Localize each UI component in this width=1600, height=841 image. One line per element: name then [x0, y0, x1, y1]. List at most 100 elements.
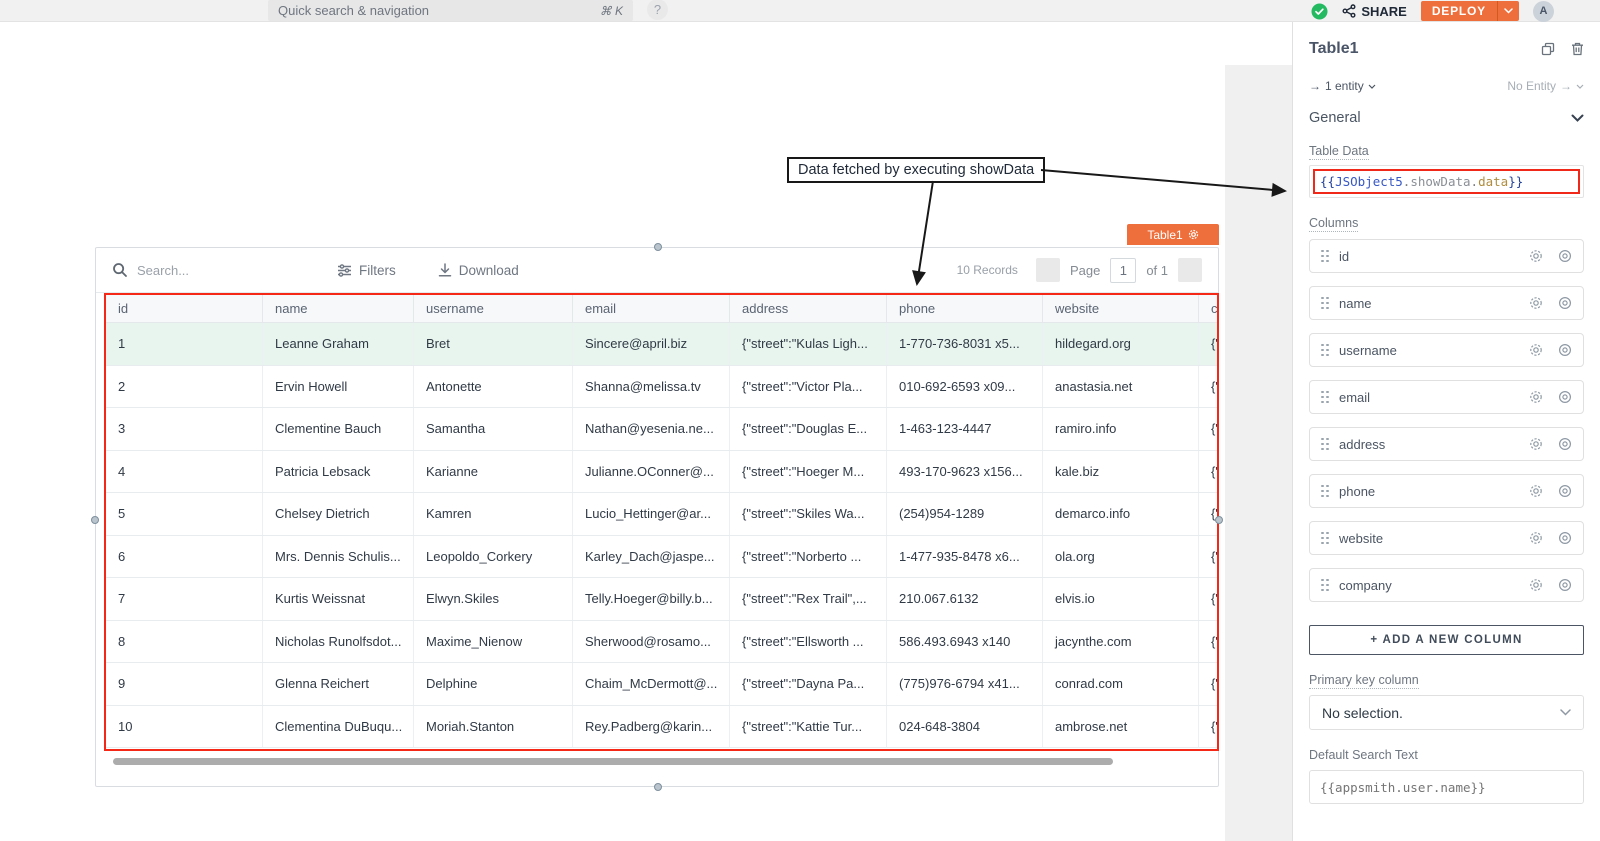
gear-icon[interactable]: [1529, 578, 1543, 592]
table-row[interactable]: 5Chelsey DietrichKamrenLucio_Hettinger@a…: [106, 493, 1219, 536]
avatar[interactable]: A: [1533, 1, 1554, 22]
table-cell: Nathan@yesenia.ne...: [573, 408, 730, 450]
gear-icon[interactable]: [1529, 437, 1543, 451]
widget-badge-label: Table1: [1147, 228, 1182, 242]
drag-handle-icon[interactable]: [1321, 532, 1329, 545]
resize-handle-top[interactable]: [654, 243, 662, 251]
column-card-name: name: [1309, 286, 1584, 320]
prev-page-button[interactable]: [1036, 258, 1060, 282]
table-cell: Sherwood@rosamo...: [573, 621, 730, 663]
table-widget[interactable]: Search... Filters Download 10 Records: [95, 247, 1219, 787]
page-number-input[interactable]: [1110, 258, 1136, 283]
resize-handle-right[interactable]: [1215, 516, 1223, 524]
chevron-down-icon: [1368, 84, 1376, 89]
table-row[interactable]: 6Mrs. Dennis Schulis...Leopoldo_CorkeryK…: [106, 536, 1219, 579]
table-cell: demarco.info: [1043, 493, 1199, 535]
canvas-gutter: [1225, 22, 1292, 841]
table-cell: Shanna@melissa.tv: [573, 366, 730, 408]
column-header[interactable]: company: [1199, 295, 1219, 322]
default-search-input[interactable]: [1309, 770, 1584, 804]
eye-icon[interactable]: [1558, 484, 1572, 498]
widget-badge[interactable]: Table1: [1127, 224, 1219, 245]
gear-icon[interactable]: [1529, 390, 1543, 404]
table-cell: Moriah.Stanton: [414, 706, 573, 748]
table-cell: Maxime_Nienow: [414, 621, 573, 663]
eye-icon[interactable]: [1558, 390, 1572, 404]
help-button[interactable]: ?: [647, 0, 668, 20]
share-button[interactable]: SHARE: [1342, 4, 1407, 19]
table-row[interactable]: 2Ervin HowellAntonetteShanna@melissa.tv{…: [106, 366, 1219, 409]
filters-label: Filters: [359, 263, 396, 278]
table-cell: {": [1199, 323, 1219, 365]
column-header[interactable]: website: [1043, 295, 1199, 322]
drag-handle-icon[interactable]: [1321, 579, 1329, 592]
copy-widget-icon[interactable]: [1541, 42, 1555, 56]
next-page-button[interactable]: [1178, 258, 1202, 282]
eye-icon[interactable]: [1558, 578, 1572, 592]
column-header[interactable]: phone: [887, 295, 1043, 322]
resize-handle-left[interactable]: [91, 516, 99, 524]
drag-handle-icon[interactable]: [1321, 485, 1329, 498]
column-header[interactable]: username: [414, 295, 573, 322]
table-cell: {"street":"Hoeger M...: [730, 451, 887, 493]
arrow-right-icon: →: [1309, 79, 1321, 93]
gear-icon[interactable]: [1529, 296, 1543, 310]
primary-key-dropdown[interactable]: No selection.: [1309, 695, 1584, 730]
eye-icon[interactable]: [1558, 437, 1572, 451]
resize-handle-bottom[interactable]: [654, 783, 662, 791]
deploy-label: DEPLOY: [1421, 1, 1497, 21]
horizontal-scrollbar[interactable]: [113, 758, 1113, 765]
table-cell: {": [1199, 578, 1219, 620]
column-card-label: phone: [1339, 484, 1375, 499]
column-header[interactable]: email: [573, 295, 730, 322]
gear-icon[interactable]: [1529, 484, 1543, 498]
quick-search-input[interactable]: Quick search & navigation ⌘ K: [268, 0, 633, 21]
pane-widget-title[interactable]: Table1: [1309, 40, 1359, 58]
table-row[interactable]: 4Patricia LebsackKarianneJulianne.OConne…: [106, 451, 1219, 494]
section-general[interactable]: General: [1309, 110, 1584, 126]
table-cell: 586.493.6943 x140: [887, 621, 1043, 663]
table-cell: 1-770-736-8031 x5...: [887, 323, 1043, 365]
download-button[interactable]: Download: [438, 263, 519, 278]
table-cell: 010-692-6593 x09...: [887, 366, 1043, 408]
table-search-input[interactable]: Search...: [112, 262, 337, 278]
column-card-company: company: [1309, 568, 1584, 602]
column-header[interactable]: address: [730, 295, 887, 322]
canvas: Data fetched by executing showData Table…: [0, 22, 1225, 841]
table-row[interactable]: 1Leanne GrahamBretSincere@april.biz{"str…: [106, 323, 1219, 366]
drag-handle-icon[interactable]: [1321, 297, 1329, 310]
gear-icon[interactable]: [1529, 531, 1543, 545]
filters-button[interactable]: Filters: [337, 263, 396, 278]
incoming-entities-dropdown[interactable]: → 1 entity: [1309, 79, 1376, 93]
table-row[interactable]: 8Nicholas Runolfsdot...Maxime_NienowSher…: [106, 621, 1219, 664]
table-cell: {"street":"Ellsworth ...: [730, 621, 887, 663]
outgoing-entities-dropdown[interactable]: No Entity →: [1507, 79, 1584, 93]
table-cell: Clementine Bauch: [263, 408, 414, 450]
gear-icon[interactable]: [1529, 343, 1543, 357]
column-header[interactable]: id: [106, 295, 263, 322]
eye-icon[interactable]: [1558, 343, 1572, 357]
table-row[interactable]: 3Clementine BauchSamanthaNathan@yesenia.…: [106, 408, 1219, 451]
eye-icon[interactable]: [1558, 296, 1572, 310]
gear-icon[interactable]: [1529, 249, 1543, 263]
drag-handle-icon[interactable]: [1321, 344, 1329, 357]
table-row[interactable]: 10Clementina DuBuqu...Moriah.StantonRey.…: [106, 706, 1219, 749]
delete-widget-icon[interactable]: [1571, 42, 1584, 56]
add-new-column-button[interactable]: + ADD A NEW COLUMN: [1309, 625, 1584, 655]
table-cell: 2: [106, 366, 263, 408]
eye-icon[interactable]: [1558, 249, 1572, 263]
table-data-input[interactable]: {{JSObject5.showData.data}}: [1309, 165, 1584, 198]
table-cell: Antonette: [414, 366, 573, 408]
gear-icon[interactable]: [1188, 229, 1199, 240]
table-cell: Julianne.OConner@...: [573, 451, 730, 493]
column-header[interactable]: name: [263, 295, 414, 322]
drag-handle-icon[interactable]: [1321, 250, 1329, 263]
deploy-button[interactable]: DEPLOY: [1421, 1, 1519, 21]
deploy-menu-button[interactable]: [1497, 1, 1519, 21]
eye-icon[interactable]: [1558, 531, 1572, 545]
drag-handle-icon[interactable]: [1321, 438, 1329, 451]
table-row[interactable]: 7Kurtis WeissnatElwyn.SkilesTelly.Hoeger…: [106, 578, 1219, 621]
drag-handle-icon[interactable]: [1321, 391, 1329, 404]
table-row[interactable]: 9Glenna ReichertDelphineChaim_McDermott@…: [106, 663, 1219, 706]
table-cell: Chaim_McDermott@...: [573, 663, 730, 705]
